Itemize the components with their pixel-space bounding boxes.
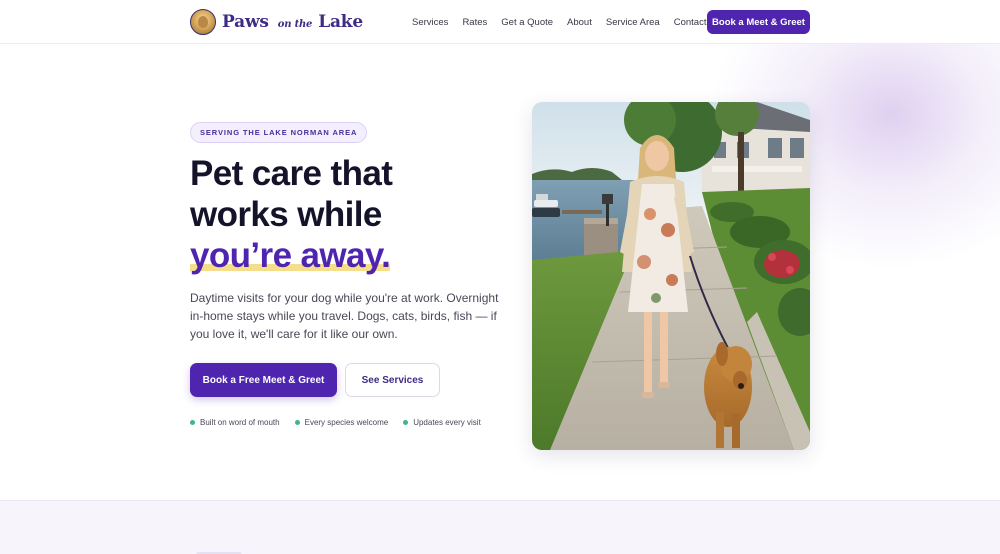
dot-icon: [294, 420, 300, 425]
nav-link-contact[interactable]: Contact: [674, 17, 707, 28]
trust-item-label: Built on word of mouth: [200, 418, 280, 427]
dot-icon: [403, 420, 409, 425]
trust-item: Every species welcome: [294, 418, 389, 427]
brand-name-part1: Paws: [222, 12, 269, 32]
see-services-button[interactable]: See Services: [345, 363, 440, 397]
site-header: Paws on the Lake Services Rates Get a Qu…: [0, 0, 1000, 44]
headline-line-2: works while: [190, 195, 382, 234]
dog-portrait-icon: [190, 9, 216, 35]
hero-photo-woman-walking-dog: [532, 102, 810, 450]
brand-logo-link[interactable]: Paws on the Lake: [190, 8, 363, 36]
trust-item: Built on word of mouth: [190, 418, 280, 427]
dot-icon: [190, 420, 195, 425]
book-free-meet-greet-button[interactable]: Book a Free Meet & Greet: [190, 363, 337, 397]
trust-item-label: Updates every visit: [413, 418, 481, 427]
brand-name-part3: Lake: [318, 12, 363, 32]
brand-name-part2: on the: [277, 19, 313, 30]
nav-link-rates[interactable]: Rates: [462, 17, 487, 28]
headline-accent: you’re away.: [190, 236, 391, 275]
trust-item: Updates every visit: [403, 418, 481, 427]
headline-line-1: Pet care that: [190, 154, 393, 193]
nav-link-service-area[interactable]: Service Area: [606, 17, 660, 28]
main-nav: Services Rates Get a Quote About Service…: [412, 0, 720, 44]
nav-link-services[interactable]: Services: [412, 17, 448, 28]
brand-name: Paws on the Lake: [222, 12, 363, 32]
service-area-badge: SERVING THE LAKE NORMAN AREA: [190, 122, 368, 143]
trust-indicators: Built on word of mouth Every species wel…: [190, 418, 496, 427]
next-section: [0, 500, 1000, 554]
nav-link-get-a-quote[interactable]: Get a Quote: [501, 17, 553, 28]
hero-description: Daytime visits for your dog while you're…: [190, 291, 499, 341]
book-meet-greet-button[interactable]: Book a Meet & Greet: [707, 10, 810, 34]
nav-link-about[interactable]: About: [567, 17, 592, 28]
hero-headline: Pet care that works while you’re away.: [190, 153, 510, 276]
trust-item-label: Every species welcome: [304, 418, 389, 427]
